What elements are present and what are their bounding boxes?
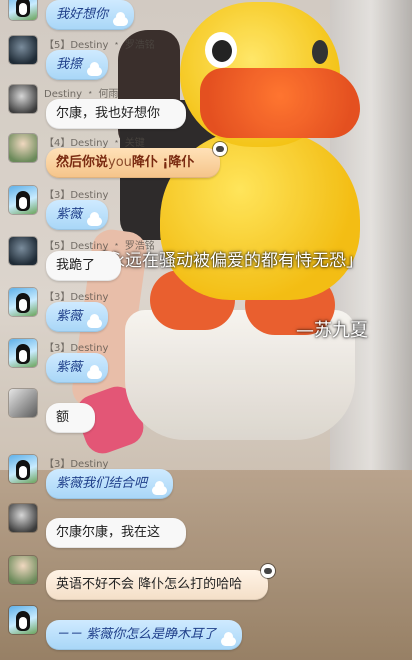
chat-message[interactable]: 【3】Destiny 紫薇 — [0, 186, 412, 238]
bw-photo-avatar-icon[interactable] — [9, 504, 37, 532]
chat-message[interactable]: 【3】Destiny 紫薇我们结合吧 — [0, 455, 412, 507]
message-bubble[interactable]: 尔康尔康，我在这 — [46, 518, 187, 548]
chat-message[interactable]: 【5】Destiny ﹡ 罗浩铭 我跪了 — [0, 237, 412, 289]
message-text: 紫薇我们结合吧 — [56, 476, 148, 491]
message-text: 我好想你 — [56, 7, 109, 22]
message-bubble[interactable]: －－ 紫薇你怎么是睁木耳了 — [46, 620, 243, 650]
chat-message[interactable]: 额 — [0, 389, 412, 441]
message-bubble[interactable]: 我跪了 — [46, 251, 122, 281]
message-bubble[interactable]: 尔康，我也好想你 — [46, 99, 187, 129]
penguin-avatar-icon[interactable] — [9, 288, 37, 316]
message-text: 尔康尔康，我在这 — [56, 525, 161, 540]
photo-avatar-icon[interactable] — [9, 556, 37, 584]
cloud-icon — [113, 12, 129, 26]
message-text: －－ 紫薇你怎么是睁木耳了 — [56, 627, 217, 642]
cat-sticker-icon — [261, 564, 276, 578]
sender-name: 【3】Destiny — [44, 459, 109, 470]
chat-message[interactable]: 英语不好不会 降仆怎么打的哈哈 — [0, 556, 412, 608]
chat-message[interactable]: 【4】Destiny ﹡ 关键 然后你说you降仆 ¡降仆 — [0, 134, 412, 186]
sender-name: 【3】Destiny — [44, 292, 109, 303]
sender-name: 【5】Destiny ﹡ 罗浩铭 — [44, 40, 155, 51]
cloud-icon — [87, 62, 103, 76]
message-text: 紫薇 — [56, 207, 83, 222]
cloud-icon — [87, 314, 103, 328]
photo-avatar-icon[interactable] — [9, 134, 37, 162]
message-bubble[interactable]: 额 — [46, 403, 96, 433]
dark-photo-avatar-icon[interactable] — [9, 237, 37, 265]
penguin-avatar-icon[interactable] — [9, 186, 37, 214]
sender-name: 【4】Destiny ﹡ 关键 — [44, 138, 145, 149]
chat-message[interactable]: －－ 紫薇你怎么是睁木耳了 — [0, 606, 412, 658]
chat-message[interactable]: 【3】Destiny 紫薇 — [0, 288, 412, 340]
chat-message[interactable]: 【3】Destiny 紫薇 — [0, 339, 412, 391]
sender-name: 【3】Destiny — [44, 343, 109, 354]
cloud-icon — [87, 365, 103, 379]
chat-message[interactable]: 尔康尔康，我在这 — [0, 504, 412, 556]
message-text: 我擦 — [56, 57, 83, 72]
message-bubble[interactable]: 英语不好不会 降仆怎么打的哈哈 — [46, 564, 276, 600]
cloud-icon — [152, 481, 168, 495]
message-bubble[interactable]: 紫薇 — [46, 302, 109, 332]
message-bubble[interactable]: 紫薇我们结合吧 — [46, 469, 174, 499]
penguin-avatar-icon[interactable] — [9, 455, 37, 483]
penguin-avatar-icon[interactable] — [9, 0, 37, 20]
cat-sticker-icon — [213, 142, 228, 156]
message-bubble[interactable]: 然后你说you降仆 ¡降仆 — [46, 142, 228, 178]
sender-name: Destiny ﹡ 何雨 — [44, 89, 119, 100]
bw-photo-avatar-icon[interactable] — [9, 85, 37, 113]
message-text: 紫薇 — [56, 309, 83, 324]
message-text: 我跪了 — [56, 258, 96, 273]
chat-message-list[interactable]: 我好想你 【5】Destiny ﹡ 罗浩铭 我擦 Destiny ﹡ 何雨 尔康… — [0, 0, 412, 660]
chat-message[interactable]: 【5】Destiny ﹡ 罗浩铭 我擦 — [0, 36, 412, 88]
message-bubble[interactable]: 我擦 — [46, 50, 109, 80]
bw-photo-avatar-icon[interactable] — [9, 389, 37, 417]
message-text: 英语不好不会 降仆怎么打的哈哈 — [56, 577, 243, 592]
message-bubble[interactable]: 紫薇 — [46, 353, 109, 383]
penguin-avatar-icon[interactable] — [9, 339, 37, 367]
penguin-avatar-icon[interactable] — [9, 606, 37, 634]
sender-name: 【3】Destiny — [44, 190, 109, 201]
message-text: 额 — [56, 410, 70, 425]
chat-message[interactable]: Destiny ﹡ 何雨 尔康，我也好想你 — [0, 85, 412, 137]
message-text: 紫薇 — [56, 360, 83, 375]
message-text-pre: 然后你说 — [56, 155, 109, 170]
sender-name: 【5】Destiny ﹡ 罗浩铭 — [44, 241, 155, 252]
message-bubble[interactable]: 我好想你 — [46, 0, 135, 30]
dark-photo-avatar-icon[interactable] — [9, 36, 37, 64]
message-text-english: you — [108, 155, 132, 170]
message-bubble[interactable]: 紫薇 — [46, 200, 109, 230]
message-text-post: 降仆 ¡降仆 — [131, 155, 195, 170]
cloud-icon — [87, 212, 103, 226]
cloud-icon — [221, 632, 237, 646]
message-text: 尔康，我也好想你 — [56, 106, 161, 121]
